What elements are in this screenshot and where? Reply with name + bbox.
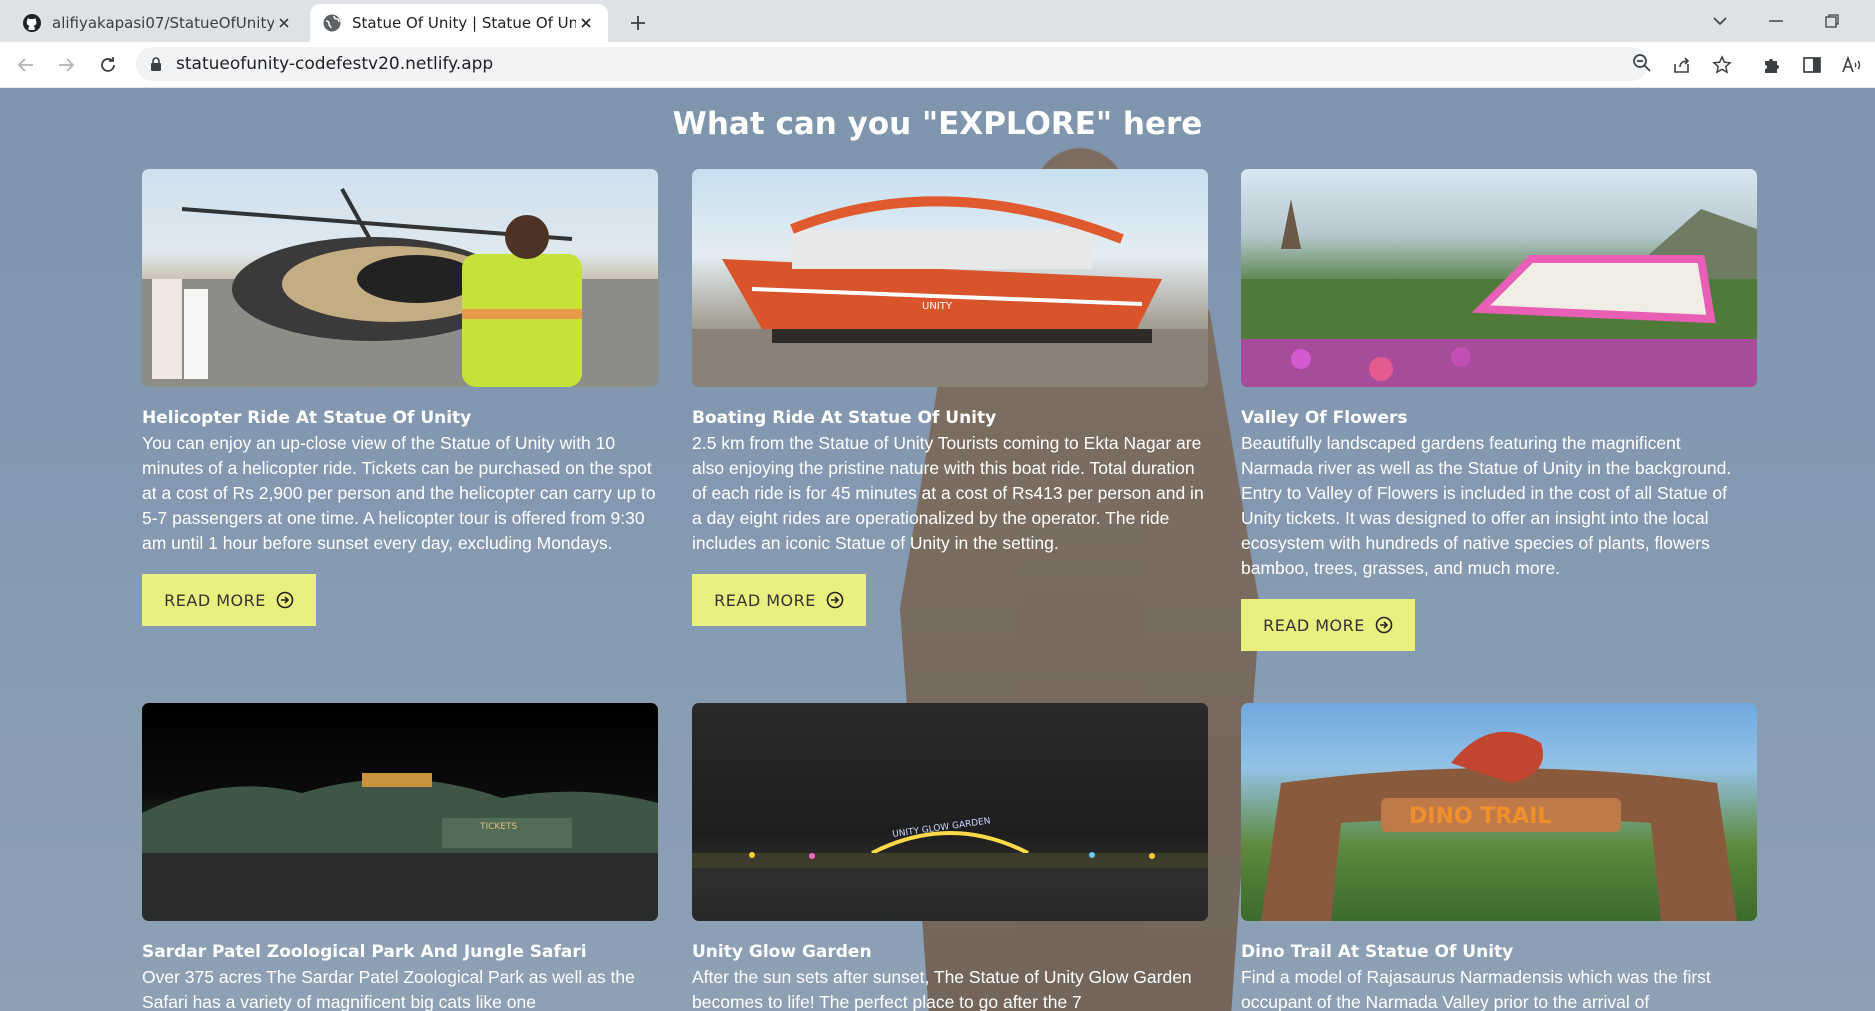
minimize-button[interactable]	[1756, 6, 1796, 36]
globe-icon	[323, 14, 341, 32]
bookmark-button[interactable]	[1708, 51, 1736, 79]
card-heading: Sardar Patel Zoological Park And Jungle …	[142, 942, 587, 962]
tab-search-button[interactable]	[1700, 6, 1740, 36]
read-more-button[interactable]: READ MORE	[692, 574, 866, 626]
read-more-button[interactable]: READ MORE	[142, 574, 316, 626]
helicopter-illustration	[142, 188, 658, 387]
tab-statue-of-unity[interactable]: Statue Of Unity | Statue Of Unity	[310, 4, 608, 42]
share-icon	[1674, 57, 1690, 73]
extensions-button[interactable]	[1758, 51, 1786, 79]
arrow-circle-right-icon	[826, 591, 844, 609]
zoo-illustration: TICKETS	[142, 773, 658, 921]
read-aloud-icon	[1842, 55, 1861, 73]
minimize-icon	[1769, 20, 1783, 22]
tab-title: alifiyakapasi07/StatueOfUnity_Co	[52, 14, 274, 32]
card-text: Beautifully landscaped gardens featuring…	[1241, 433, 1732, 578]
dino-trail-illustration: DINO TRAIL	[1261, 731, 1737, 921]
section-title: What can you "EXPLORE" here	[672, 106, 1203, 142]
side-panel-button[interactable]	[1798, 51, 1826, 79]
url-text: statueofunity-codefestv20.netlify.app	[176, 54, 494, 74]
read-more-label: READ MORE	[1263, 615, 1365, 635]
zoo-photo: TICKETS	[142, 703, 658, 921]
helicopter-photo	[142, 169, 658, 387]
arrow-right-icon	[59, 58, 75, 72]
tab-github[interactable]: alifiyakapasi07/StatueOfUnity_Co	[10, 4, 306, 42]
read-more-label: READ MORE	[714, 590, 816, 610]
card-heading: Helicopter Ride At Statue Of Unity	[142, 408, 472, 428]
lock-icon[interactable]	[148, 56, 164, 72]
card-valley-of-flowers: Valley Of Flowers Beautifully landscaped…	[1241, 169, 1757, 651]
card-zoological-park: TICKETS Sardar Patel Zoological Park And…	[142, 703, 658, 1011]
card-text: Find a model of Rajasaurus Narmadensis w…	[1241, 967, 1711, 1011]
chevron-down-icon	[1713, 17, 1727, 26]
puzzle-icon	[1765, 59, 1779, 73]
glow-garden-illustration: UNITY GLOW GARDEN	[692, 816, 1208, 868]
arrow-circle-right-icon	[276, 591, 294, 609]
boat-illustration: UNITY	[692, 196, 1208, 387]
card-text: You can enjoy an up-close view of the St…	[142, 433, 656, 553]
reload-icon	[101, 57, 115, 72]
read-aloud-button[interactable]	[1838, 51, 1866, 79]
zoom-button[interactable]	[1626, 47, 1658, 79]
dino-trail-photo: DINO TRAIL	[1241, 703, 1757, 921]
back-button[interactable]	[12, 51, 40, 79]
card-text: Over 375 acres The Sardar Patel Zoologic…	[142, 967, 635, 1011]
read-more-button[interactable]: READ MORE	[1241, 599, 1415, 651]
tab-title: Statue Of Unity | Statue Of Unity	[352, 14, 576, 32]
boat-photo: UNITY	[692, 169, 1208, 387]
card-helicopter: Helicopter Ride At Statue Of Unity You c…	[142, 169, 658, 626]
card-glow-garden: UNITY GLOW GARDEN Unity Glow Garden Afte…	[692, 703, 1208, 1011]
card-text: 2.5 km from the Statue of Unity Tourists…	[692, 433, 1204, 553]
card-text: After the sun sets after sunset, The Sta…	[692, 967, 1192, 1011]
boat-sign: UNITY	[922, 301, 953, 312]
dino-sign: DINO TRAIL	[1409, 804, 1551, 829]
zoo-sign: TICKETS	[479, 822, 518, 832]
card-dino-trail: DINO TRAIL Dino Trail At Statue Of Unity…	[1241, 703, 1757, 1011]
card-heading: Boating Ride At Statue Of Unity	[692, 408, 997, 428]
glow-garden-photo: UNITY GLOW GARDEN	[692, 703, 1208, 921]
forward-button[interactable]	[52, 51, 80, 79]
flowers-illustration	[1241, 199, 1757, 387]
card-heading: Dino Trail At Statue Of Unity	[1241, 942, 1514, 962]
arrow-left-icon	[17, 58, 33, 72]
share-button[interactable]	[1668, 51, 1696, 79]
flowers-photo	[1241, 169, 1757, 387]
card-heading: Unity Glow Garden	[692, 942, 872, 962]
side-panel-icon	[1803, 57, 1821, 73]
restore-button[interactable]	[1812, 6, 1852, 36]
close-tab-icon[interactable]	[274, 13, 294, 33]
page-viewport: What can you "EXPLORE" here Helicopter R…	[0, 88, 1875, 1011]
card-boating: UNITY Boating Ride At Statue Of Unity 2.…	[692, 169, 1208, 626]
github-icon	[23, 14, 41, 32]
arrow-circle-right-icon	[1375, 616, 1393, 634]
address-bar[interactable]: statueofunity-codefestv20.netlify.app	[136, 47, 1648, 81]
close-tab-icon[interactable]	[576, 13, 596, 33]
star-icon	[1712, 55, 1732, 74]
plus-icon	[631, 16, 645, 30]
new-tab-button[interactable]	[624, 9, 652, 37]
browser-toolbar: statueofunity-codefestv20.netlify.app	[0, 42, 1875, 88]
zoom-out-icon	[1633, 54, 1651, 72]
restore-icon	[1825, 14, 1839, 28]
tab-strip: alifiyakapasi07/StatueOfUnity_Co Statue …	[0, 0, 1875, 42]
card-heading: Valley Of Flowers	[1241, 408, 1408, 428]
reload-button[interactable]	[94, 51, 122, 79]
read-more-label: READ MORE	[164, 590, 266, 610]
